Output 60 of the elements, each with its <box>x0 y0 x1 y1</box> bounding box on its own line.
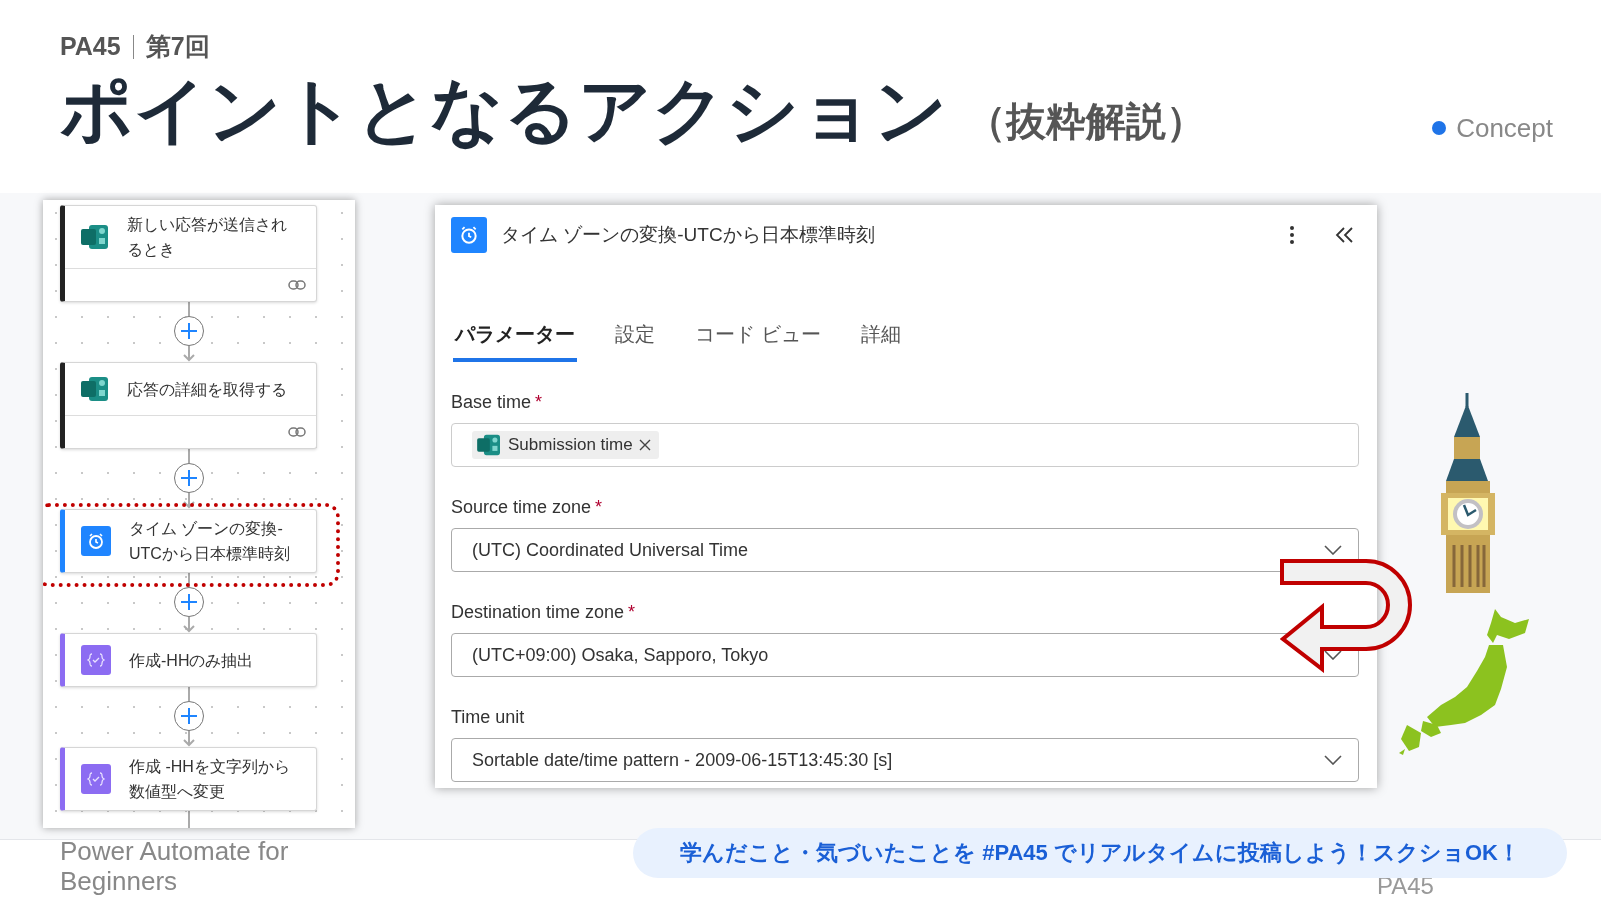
slide-subtitle: （抜粋解説） <box>966 98 1206 145</box>
connector-arrow <box>181 346 196 362</box>
forms-app-icon <box>81 376 109 402</box>
chevron-down-icon <box>1324 755 1342 765</box>
remove-icon[interactable] <box>638 439 651 451</box>
tab[interactable]: コード ビュー <box>693 321 823 362</box>
token-chip[interactable]: Submission time <box>472 431 659 459</box>
alarm-clock-icon <box>451 217 487 253</box>
hashtag-banner: 学んだこと・気づいたことを #PA45 でリアルタイムに投稿しよう！スクショOK！ <box>633 828 1567 878</box>
session-label: 第7回 <box>145 31 210 62</box>
field-label: Source time zone <box>451 497 592 518</box>
action-card[interactable]: 作成-HHのみ抽出 <box>60 633 317 687</box>
course-name: Power Automate for Beginners <box>60 836 290 896</box>
panel-title: タイム ゾーンの変換-UTCから日本標準時刻 <box>501 223 875 247</box>
plus-icon <box>179 593 198 611</box>
dot-icon <box>1432 121 1447 135</box>
chevron-down-icon <box>1324 650 1342 660</box>
slide-title: ポイントとなるアクション <box>60 69 948 152</box>
plus-icon <box>179 707 198 725</box>
tab[interactable]: 詳細 <box>858 321 903 362</box>
input-field[interactable]: Submission time <box>451 423 1359 467</box>
link-icon <box>288 279 306 291</box>
add-button[interactable] <box>173 701 204 731</box>
plus-icon <box>179 469 198 487</box>
action-card[interactable]: 新しい応答が送信されるとき <box>60 205 317 302</box>
field-label: Destination time zone <box>451 602 625 623</box>
chevron-down-icon <box>1324 545 1342 555</box>
category-tag: Concept <box>1456 112 1553 144</box>
action-card[interactable]: 作成 -HHを文字列から数値型へ変更 <box>60 747 317 811</box>
add-button[interactable] <box>173 316 204 346</box>
forms-app-icon <box>81 224 109 250</box>
required-mark: * <box>595 497 603 518</box>
action-card[interactable]: タイム ゾーンの変換-UTCから日本標準時刻 <box>60 509 317 573</box>
connector-arrow <box>181 617 196 633</box>
link-icon <box>288 426 306 438</box>
tab[interactable]: パラメーター <box>453 321 577 362</box>
add-button[interactable] <box>173 587 204 617</box>
add-button[interactable] <box>173 463 204 493</box>
action-title: タイム ゾーンの変換-UTCから日本標準時刻 <box>129 519 291 564</box>
dropdown[interactable]: (UTC) Coordinated Universal Time <box>451 528 1359 572</box>
action-card[interactable]: 応答の詳細を取得する <box>60 362 317 449</box>
alarm-clock-icon <box>81 526 111 556</box>
course-code: PA45 <box>60 32 121 61</box>
tab[interactable]: 設定 <box>613 321 657 362</box>
code-icon <box>81 764 111 794</box>
action-title: 作成 -HHを文字列から数値型へ変更 <box>129 757 291 802</box>
plus-icon <box>179 322 198 340</box>
action-title: 応答の詳細を取得する <box>127 379 287 400</box>
dropdown[interactable]: Sortable date/time pattern - 2009-06-15T13:45:30 [s] <box>451 738 1359 782</box>
field-label: Base time <box>451 392 532 413</box>
field-label: Time unit <box>451 707 525 728</box>
required-mark: * <box>535 392 543 413</box>
forms-app-icon <box>476 434 502 456</box>
connector-arrow <box>181 731 196 747</box>
required-mark: * <box>628 602 636 623</box>
action-title: 新しい応答が送信されるとき <box>127 215 288 260</box>
connector-arrow <box>181 493 196 509</box>
action-title: 作成-HHのみ抽出 <box>129 650 254 671</box>
dropdown[interactable]: (UTC+09:00) Osaka, Sapporo, Tokyo <box>451 633 1359 677</box>
code-icon <box>81 645 111 675</box>
